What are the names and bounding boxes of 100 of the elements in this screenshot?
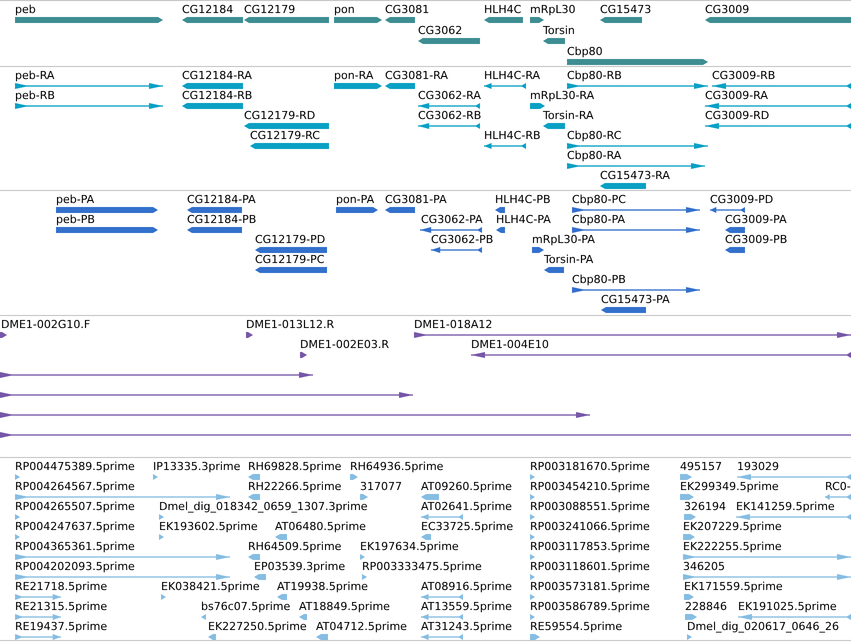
gene-label: peb — [15, 3, 36, 16]
gene-label: CG3081 — [385, 3, 430, 16]
protein-label: CG3062-PA — [421, 213, 483, 226]
gene-label: pon — [334, 3, 355, 16]
protein-label: CG3062-PB — [431, 233, 494, 246]
est-label: EK299349.5prime — [680, 480, 779, 493]
est-label: RE21718.5prime — [15, 580, 108, 593]
est-label: EC33725.5prime — [421, 520, 514, 533]
est-label: 317077 — [360, 480, 402, 493]
transcript-label: CG12184-RB — [182, 89, 252, 102]
transcript-label: peb-RA — [15, 69, 54, 82]
gene-label: CG15473 — [600, 3, 652, 16]
transcript-label: HLH4C-RB — [484, 129, 541, 142]
gene-label: CG3062 — [418, 24, 462, 37]
est-label: EK222255.5prime — [683, 540, 782, 553]
clone-label: DME1-018A12 — [414, 318, 492, 331]
est-label: RP003118601.5prime — [530, 560, 650, 573]
protein-label: CG12184-PB — [187, 213, 256, 226]
transcript-label: CG3062-RB — [418, 109, 482, 122]
est-label: Dmel_dig_020617_0646_26 — [687, 620, 840, 633]
est-label: RP004365361.5prime — [15, 540, 135, 553]
est-label: Dmel_dig_018342_0659_1307.3prime — [159, 500, 368, 513]
est-label: RH64936.5prime — [350, 460, 444, 473]
est-label: RP003586789.5prime — [530, 600, 650, 613]
est-label: AT31243.5prime — [421, 620, 512, 633]
transcript-label: Cbp80-RC — [567, 129, 622, 142]
est-label: AT18849.5prime — [299, 600, 390, 613]
transcript-label: CG3009-RA — [705, 89, 768, 102]
est-label: RP004202093.5prime — [15, 560, 135, 573]
est-label: RP003573181.5prime — [530, 580, 650, 593]
est-label: RP004265507.5prime — [15, 500, 135, 513]
gene-label: CG3009 — [705, 3, 750, 16]
est-label: 193029 — [737, 460, 779, 473]
est-label: RE59554.5prime — [530, 620, 622, 633]
gene-label: HLH4C — [484, 3, 522, 16]
est-label: RP003333475.5prime — [362, 560, 482, 573]
clone-label: DME1-002E03.R — [300, 338, 389, 351]
est-label: RP003241066.5prime — [530, 520, 650, 533]
est-label: 326194 — [684, 500, 726, 513]
protein-label: CG12184-PA — [187, 193, 256, 206]
gene-label: CG12179 — [244, 3, 296, 16]
clone-label: DME1-004E10 — [471, 338, 549, 351]
protein-label: Cbp80-PC — [572, 193, 626, 206]
est-label: EK038421.5prime — [161, 580, 260, 593]
protein-label: CG12179-PC — [255, 253, 324, 266]
est-label: EK197634.5prime — [360, 540, 459, 553]
transcript-label: pon-RA — [334, 69, 374, 82]
est-label: RP004475389.5prime — [15, 460, 135, 473]
gene-label: Torsin — [543, 24, 575, 37]
gene-label: Cbp80 — [567, 45, 603, 58]
transcript-label: mRpL30-RA — [530, 89, 594, 102]
est-label: EK141259.5prime — [736, 500, 835, 513]
transcript-label: CG12179-RD — [244, 109, 316, 122]
est-label: RH22266.5prime — [248, 480, 342, 493]
protein-label: CG3009-PD — [710, 193, 774, 206]
gene-label: CG12184 — [182, 3, 234, 16]
clone-label: DME1-013L12.R — [246, 318, 334, 331]
est-label: AT09260.5prime — [421, 480, 512, 493]
transcript-label: CG3081-RA — [385, 69, 448, 82]
est-label: AT13559.5prime — [421, 600, 512, 613]
protein-label: HLH4C-PB — [495, 193, 550, 206]
protein-label: CG3009-PA — [725, 213, 787, 226]
est-label: 228846 — [685, 600, 727, 613]
protein-label: peb-PB — [56, 213, 95, 226]
est-label: RE19437.5prime — [15, 620, 108, 633]
transcript-label: Torsin-RA — [543, 109, 594, 122]
est-label: RH69828.5prime — [248, 460, 342, 473]
est-label: EK171559.5prime — [684, 580, 783, 593]
est-label: EP03539.3prime — [254, 560, 346, 573]
est-label: RP003454210.5prime — [530, 480, 650, 493]
transcript-label: CG12179-RC — [250, 129, 320, 142]
gene-label: mRpL30 — [530, 3, 576, 16]
protein-label: HLH4C-PA — [496, 213, 551, 226]
transcript-label: Cbp80-RB — [567, 69, 622, 82]
clone-label: DME1-002G10.F — [1, 318, 90, 331]
est-label: EK191025.5prime — [738, 600, 837, 613]
transcript-label: Cbp80-RA — [567, 149, 622, 162]
transcript-label: CG3009-RD — [705, 109, 770, 122]
transcript-label: CG15473-RA — [600, 169, 670, 182]
est-label: 495157 — [680, 460, 722, 473]
est-label: EK207229.5prime — [683, 520, 782, 533]
est-label: IP13335.3prime — [153, 460, 240, 473]
protein-label: CG3081-PA — [385, 193, 447, 206]
est-label: RP003088551.5prime — [530, 500, 650, 513]
transcript-label: CG12184-RA — [182, 69, 252, 82]
est-label: RH64509.5prime — [248, 540, 342, 553]
est-label: bs76c07.5prime — [201, 600, 290, 613]
est-label: AT06480.5prime — [275, 520, 366, 533]
protein-label: pon-PA — [336, 193, 374, 206]
est-label: RP004264567.5prime — [15, 480, 135, 493]
protein-label: CG3009-PB — [725, 233, 788, 246]
protein-label: CG12179-PD — [255, 233, 326, 246]
protein-label: Cbp80-PB — [572, 273, 626, 286]
est-label: RE21315.5prime — [15, 600, 108, 613]
protein-label: CG15473-PA — [601, 293, 670, 306]
transcript-label: CG3009-RB — [712, 69, 776, 82]
transcript-label: HLH4C-RA — [484, 69, 540, 82]
transcript-label: peb-RB — [15, 89, 55, 102]
protein-label: Torsin-PA — [544, 253, 594, 266]
transcript-label: CG3062-RA — [418, 89, 481, 102]
